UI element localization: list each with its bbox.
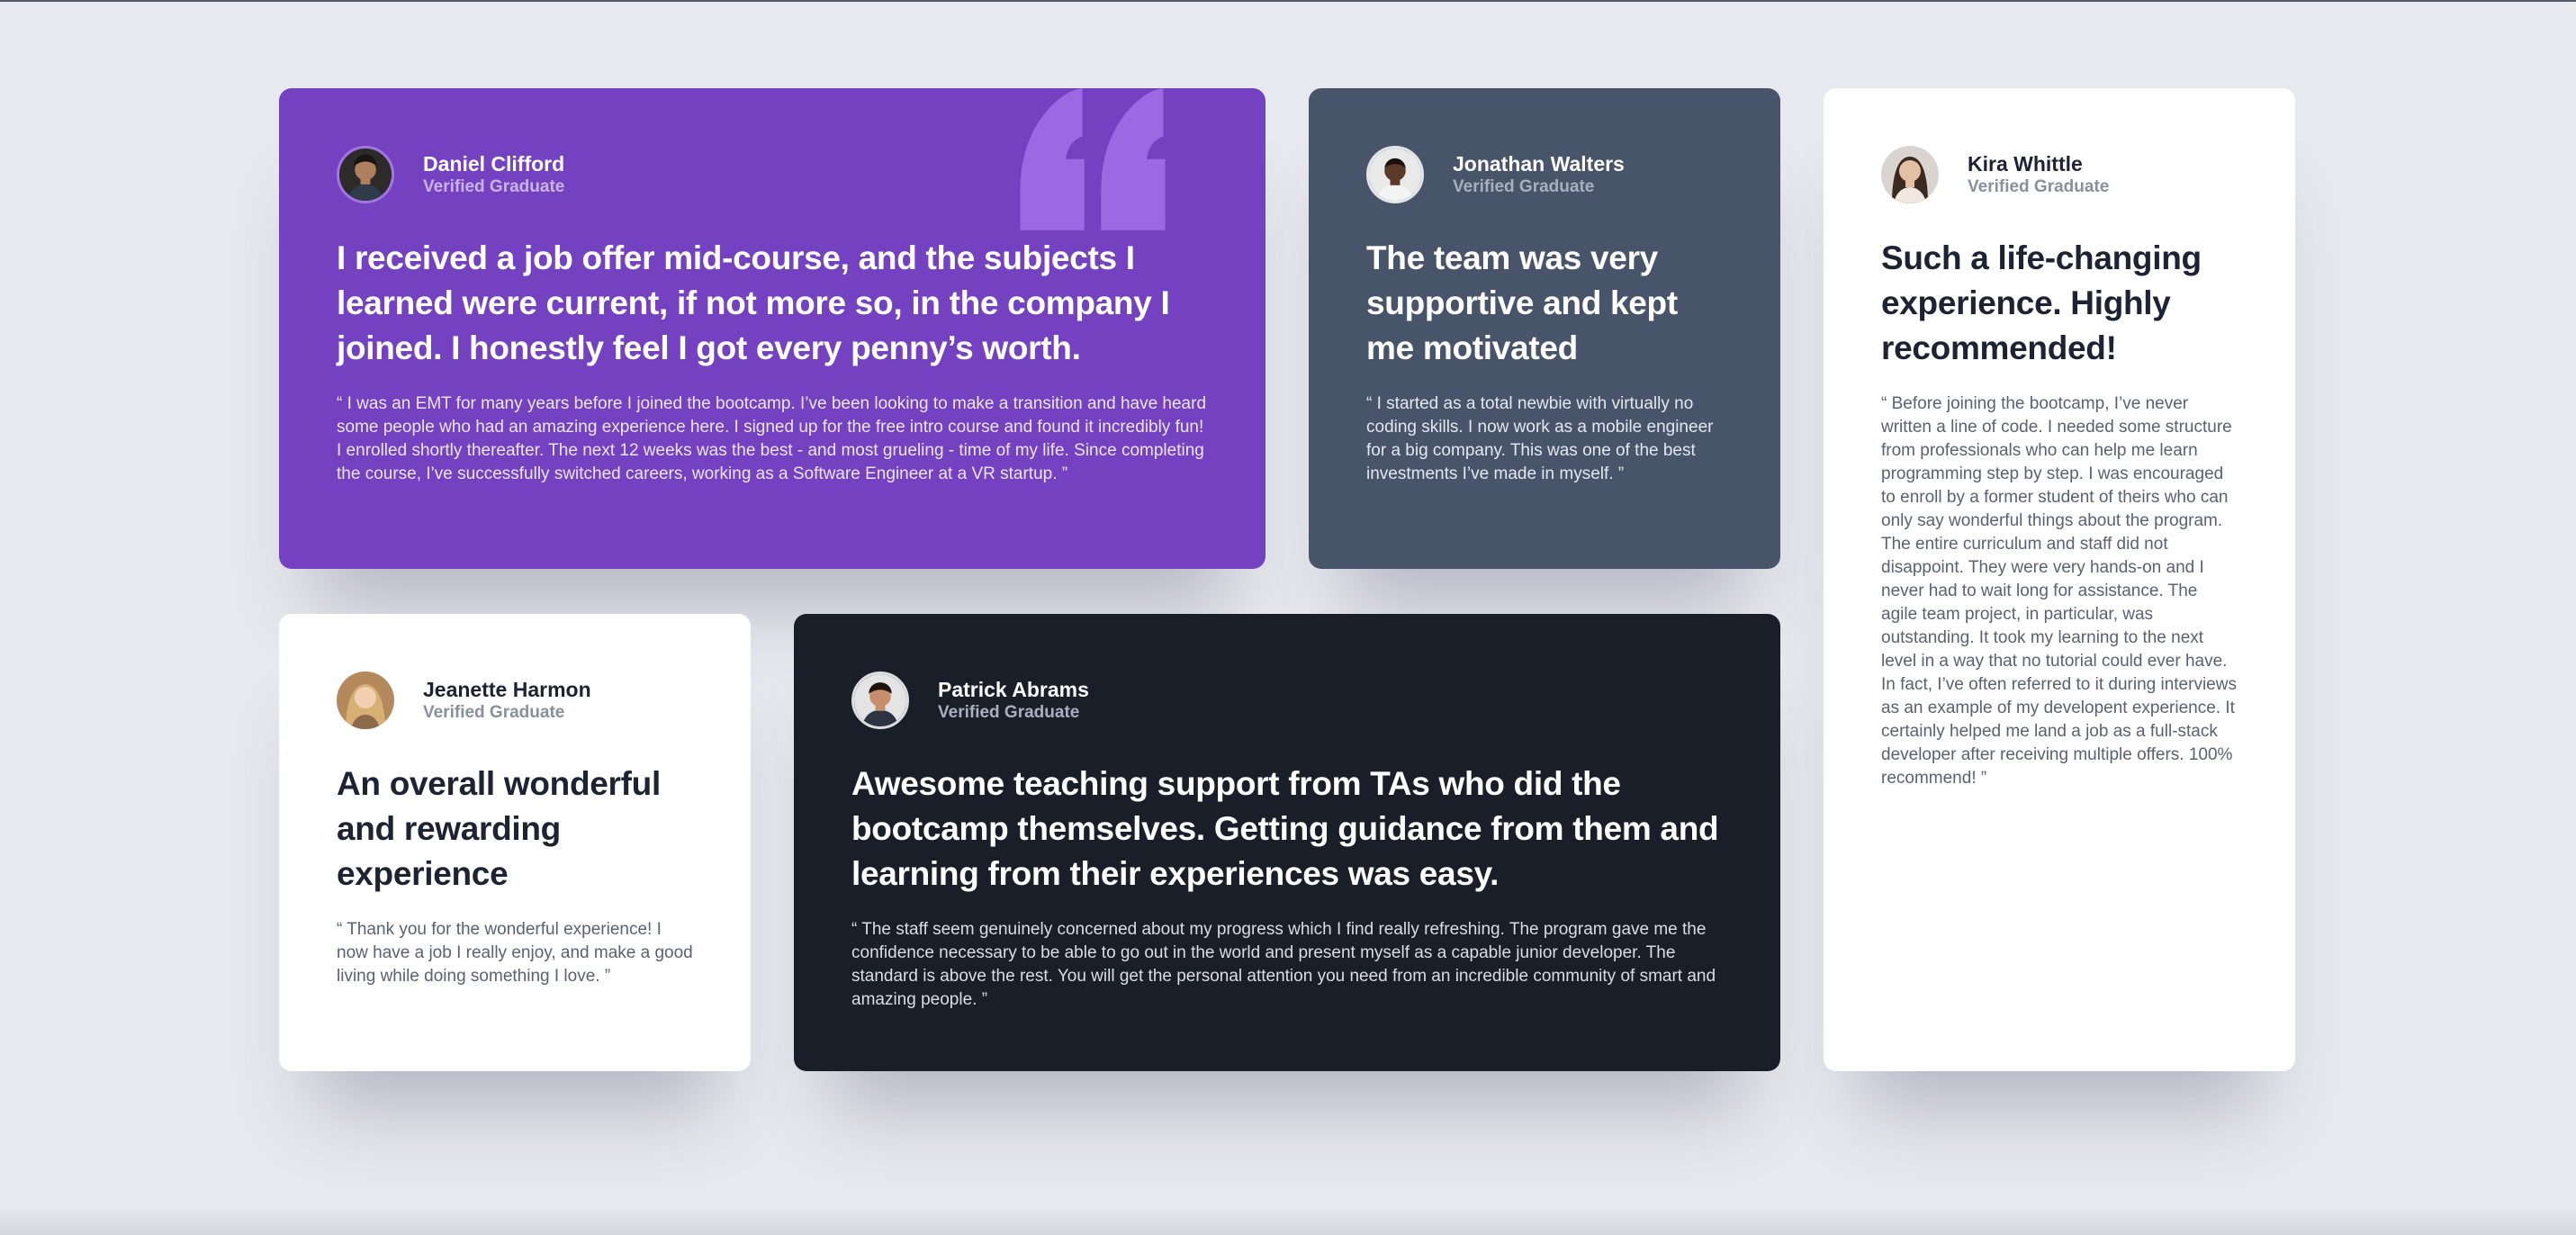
author-header: Jonathan Walters Verified Graduate [1366, 146, 1723, 203]
author-info: Kira Whittle Verified Graduate [1968, 151, 2109, 198]
author-header: Kira Whittle Verified Graduate [1881, 146, 2238, 203]
testimonial-card-daniel: Daniel Clifford Verified Graduate I rece… [279, 88, 1265, 569]
avatar [1366, 146, 1424, 203]
author-header: Jeanette Harmon Verified Graduate [337, 672, 693, 729]
testimonial-card-patrick: Patrick Abrams Verified Graduate Awesome… [794, 614, 1780, 1071]
avatar [851, 672, 909, 729]
testimonial-card-jonathan: Jonathan Walters Verified Graduate The t… [1309, 88, 1780, 569]
author-name: Jonathan Walters [1453, 152, 1625, 176]
author-role: Verified Graduate [1453, 177, 1595, 196]
author-header: Patrick Abrams Verified Graduate [851, 672, 1723, 729]
bottom-shadow [0, 1208, 2576, 1235]
author-role: Verified Graduate [423, 177, 565, 196]
author-info: Jeanette Harmon Verified Graduate [423, 677, 591, 724]
author-name: Daniel Clifford [423, 152, 565, 176]
avatar [337, 146, 394, 203]
testimonial-card-kira: Kira Whittle Verified Graduate Such a li… [1824, 88, 2295, 1071]
author-info: Patrick Abrams Verified Graduate [938, 677, 1089, 724]
avatar [337, 672, 394, 729]
author-info: Daniel Clifford Verified Graduate [423, 151, 564, 198]
testimonial-body: “ Thank you for the wonderful experience… [337, 920, 693, 986]
author-name: Patrick Abrams [938, 678, 1089, 701]
author-info: Jonathan Walters Verified Graduate [1453, 151, 1625, 198]
testimonial-card-jeanette: Jeanette Harmon Verified Graduate An ove… [279, 614, 751, 1071]
author-role: Verified Graduate [423, 703, 565, 722]
testimonial-title: Awesome teaching support from TAs who di… [851, 765, 1719, 892]
author-name: Jeanette Harmon [423, 678, 591, 701]
testimonial-title: I received a job offer mid-course, and t… [337, 239, 1170, 366]
testimonial-body: “ I was an EMT for many years before I j… [337, 394, 1207, 483]
author-role: Verified Graduate [938, 703, 1080, 722]
testimonial-title: The team was very supportive and kept me… [1366, 239, 1678, 366]
testimonial-title: An overall wonderful and rewarding exper… [337, 765, 661, 892]
testimonial-body: “ The staff seem genuinely concerned abo… [851, 920, 1716, 1009]
testimonials-grid: Daniel Clifford Verified Graduate I rece… [279, 88, 2295, 1071]
author-name: Kira Whittle [1968, 152, 2083, 176]
testimonial-body: “ Before joining the bootcamp, I’ve neve… [1881, 394, 2237, 788]
testimonial-body: “ I started as a total newbie with virtu… [1366, 394, 1714, 483]
author-role: Verified Graduate [1968, 177, 2110, 196]
avatar [1881, 146, 1939, 203]
testimonial-title: Such a life-changing experience. Highly … [1881, 239, 2202, 366]
author-header: Daniel Clifford Verified Graduate [337, 146, 1208, 203]
